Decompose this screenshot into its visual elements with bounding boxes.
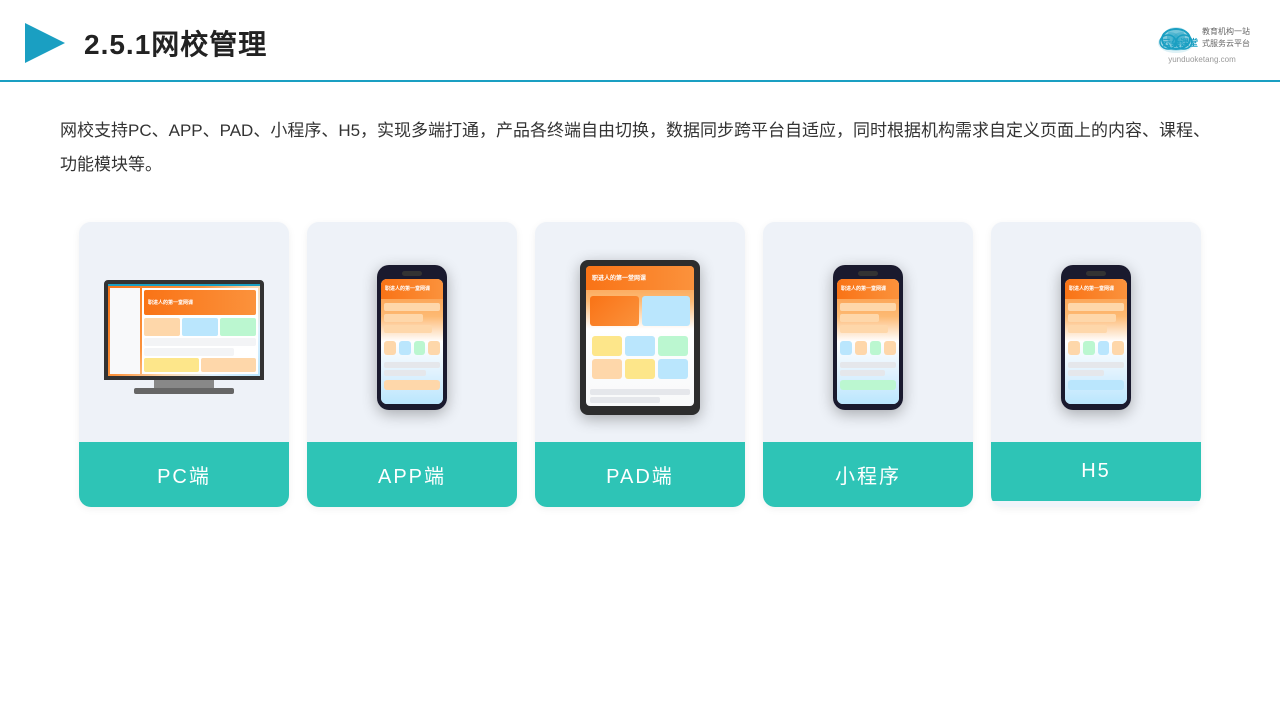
card-app-image: 职进人的第一堂网课 (307, 222, 517, 442)
card-h5-image: 职进人的第一堂网课 (991, 222, 1201, 442)
logo-area: 云朵课堂 教育机构一站 式服务云平台 yunduoketang.com (1154, 23, 1250, 64)
header-left: 2.5.1网校管理 (20, 18, 267, 68)
card-pc: 职进人的第一堂网课 (79, 222, 289, 507)
header: 2.5.1网校管理 云朵课堂 教育机构一站 式服务云平台 yunduoke (0, 0, 1280, 82)
card-app: 职进人的第一堂网课 (307, 222, 517, 507)
card-pc-image: 职进人的第一堂网课 (79, 222, 289, 442)
phone-mockup-miniapp: 职进人的第一堂网课 (833, 265, 903, 410)
card-pad-label: PAD端 (535, 442, 745, 507)
logo-domain: yunduoketang.com (1168, 55, 1236, 64)
card-miniapp: 职进人的第一堂网课 (763, 222, 973, 507)
card-miniapp-label: 小程序 (763, 442, 973, 507)
card-pad: 职进人的第一堂网课 (535, 222, 745, 507)
description-text: 网校支持PC、APP、PAD、小程序、H5，实现多端打通，产品各终端自由切换，数… (0, 82, 1280, 192)
card-miniapp-image: 职进人的第一堂网课 (763, 222, 973, 442)
card-app-label: APP端 (307, 442, 517, 507)
cloud-icon: 云朵课堂 (1154, 23, 1198, 53)
card-h5: 职进人的第一堂网课 (991, 222, 1201, 507)
phone-mockup-app: 职进人的第一堂网课 (377, 265, 447, 410)
svg-text:云朵课堂: 云朵课堂 (1162, 37, 1198, 48)
card-pad-image: 职进人的第一堂网课 (535, 222, 745, 442)
cards-container: 职进人的第一堂网课 (0, 192, 1280, 527)
card-h5-label: H5 (991, 442, 1201, 501)
logo-tagline: 教育机构一站 式服务云平台 (1202, 26, 1250, 48)
card-pc-label: PC端 (79, 442, 289, 507)
tablet-mockup: 职进人的第一堂网课 (580, 260, 700, 415)
page-title: 2.5.1网校管理 (84, 23, 267, 63)
phone-mockup-h5: 职进人的第一堂网课 (1061, 265, 1131, 410)
play-icon (20, 18, 70, 68)
pc-mockup: 职进人的第一堂网课 (104, 280, 264, 394)
